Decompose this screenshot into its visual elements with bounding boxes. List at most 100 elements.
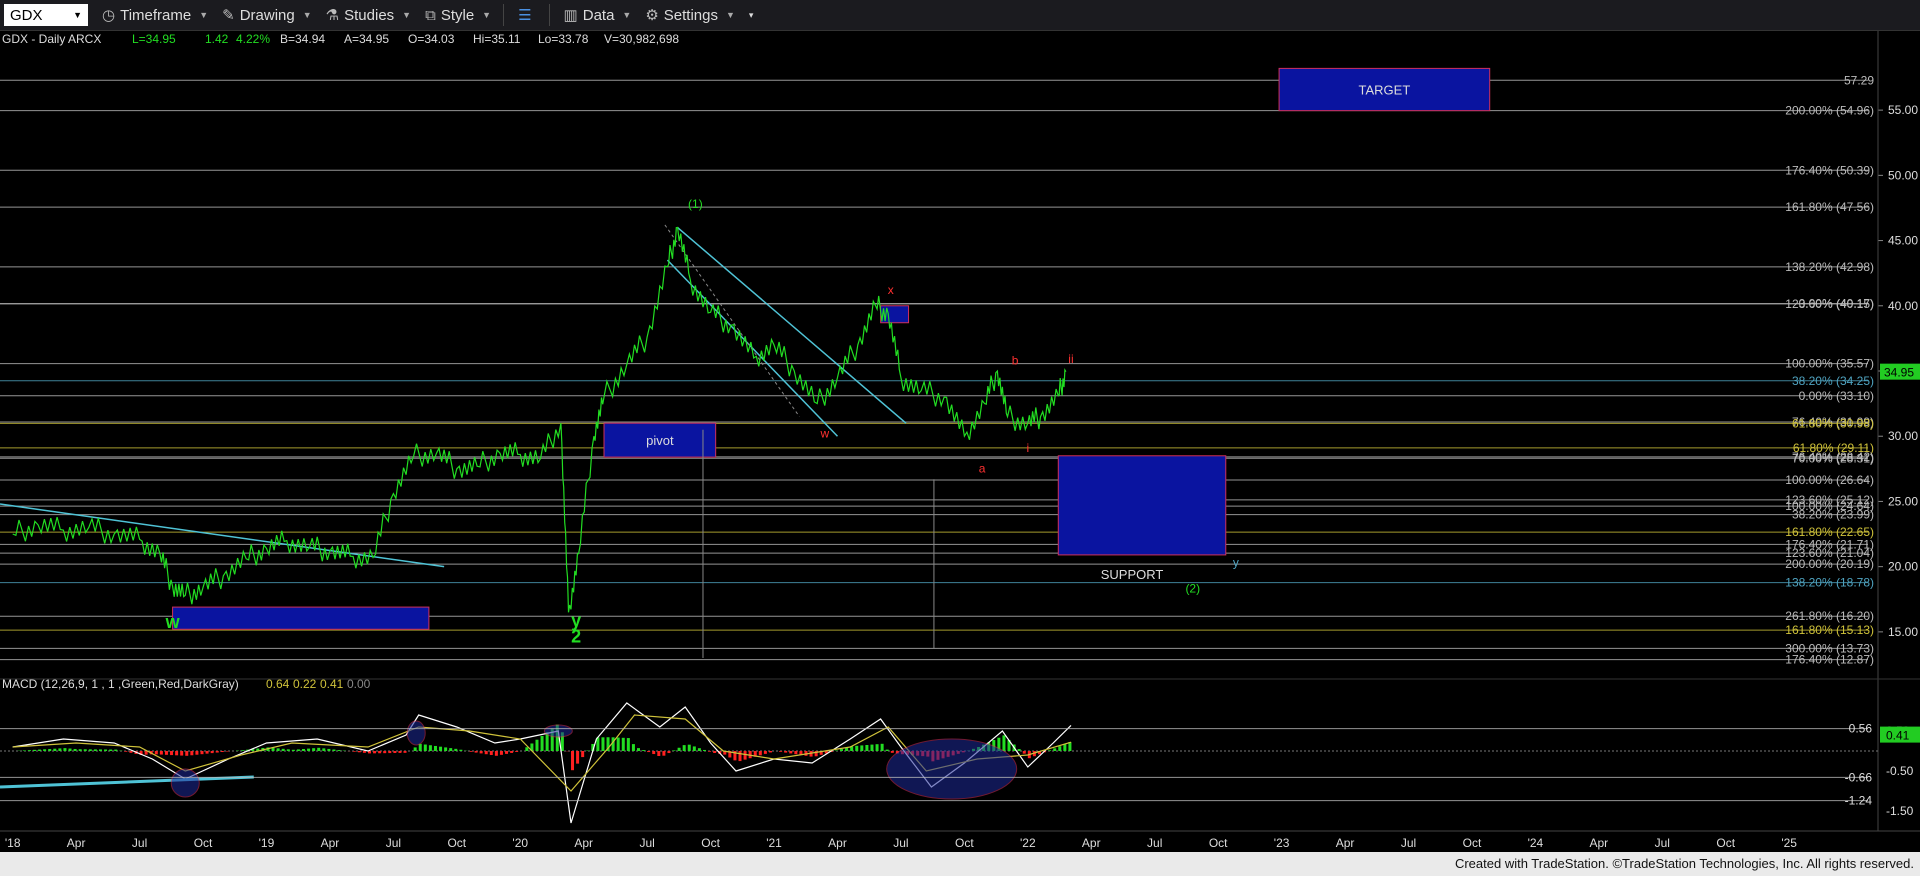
macd-histogram-bar <box>296 749 300 751</box>
wave-label: (1) <box>688 197 703 211</box>
time-tick-label: '22 <box>1020 836 1036 850</box>
macd-histogram-bar <box>687 744 691 751</box>
macd-histogram-bar <box>454 748 458 751</box>
macd-histogram-bar <box>98 749 102 751</box>
macd-histogram-bar <box>114 749 118 751</box>
fib-level-label: 200.00% (20.19) <box>1785 557 1874 571</box>
macd-histogram-bar <box>1022 751 1026 754</box>
macd-histogram-bar <box>444 747 448 751</box>
macd-histogram-bar <box>474 751 478 753</box>
macd-ellipse <box>543 724 573 738</box>
macd-histogram-bar <box>205 751 209 754</box>
chevron-down-icon: ▾ <box>748 9 754 20</box>
fib-level-label: 100.00% (35.57) <box>1785 357 1874 371</box>
macd-histogram-bar <box>439 746 443 751</box>
wave-label: ii <box>1068 352 1073 366</box>
macd-histogram-bar <box>357 751 361 753</box>
macd-histogram-bar <box>576 751 580 764</box>
header-ask: A=34.95 <box>344 32 389 46</box>
time-tick-label: Jul <box>639 836 654 850</box>
fib-level-label: 100.00% (26.64) <box>1785 473 1874 487</box>
macd-histogram-bar <box>22 750 26 751</box>
time-tick-label: Jul <box>386 836 401 850</box>
header-symbol: GDX - Daily ARCX <box>2 32 101 46</box>
fib-level-label: 38.20% (34.25) <box>1792 374 1874 388</box>
more-button[interactable]: ▾ <box>749 10 754 21</box>
time-tick-label: '20 <box>512 836 528 850</box>
macd-histogram-bar <box>682 745 686 751</box>
macd-histogram-bar <box>291 749 295 751</box>
layout-icon: ☰ <box>518 7 532 24</box>
toolbar-divider <box>503 4 505 26</box>
zone-box-label: TARGET <box>1359 83 1411 98</box>
style-button[interactable]: ⧉ Style ▼ <box>425 7 491 24</box>
style-label: Style <box>440 6 475 24</box>
macd-histogram-bar <box>697 748 701 751</box>
macd-histogram-bar <box>180 751 184 756</box>
time-tick-label: Oct <box>447 836 466 850</box>
macd-histogram-bar <box>317 747 321 751</box>
price-tick-label: 55.00 <box>1888 103 1918 117</box>
fib-level-label: 161.80% (47.56) <box>1785 200 1874 214</box>
time-tick-label: Jul <box>1655 836 1670 850</box>
time-tick-label: Oct <box>701 836 720 850</box>
macd-histogram-bar <box>510 751 514 753</box>
time-tick-label: '18 <box>5 836 21 850</box>
time-tick-label: Oct <box>1209 836 1228 850</box>
macd-histogram-bar <box>870 744 874 751</box>
fib-level-label: 261.80% (16.20) <box>1785 609 1874 623</box>
macd-histogram-bar <box>433 745 437 751</box>
time-tick-label: '25 <box>1781 836 1797 850</box>
macd-histogram-bar <box>794 751 798 755</box>
macd-histogram-bar <box>322 748 326 751</box>
macd-histogram-bar <box>616 737 620 751</box>
drawing-button[interactable]: ✎ Drawing ▼ <box>222 6 312 25</box>
settings-button[interactable]: ⚙ Settings ▼ <box>645 6 735 25</box>
macd-histogram-bar <box>494 751 498 756</box>
studies-button[interactable]: ⚗ Studies ▼ <box>326 6 411 25</box>
macd-histogram-bar <box>352 751 356 752</box>
chart-area[interactable]: 57.29 200.00% (54.96) 176.40% (50.39) 161.8… <box>0 31 1920 852</box>
layout-button[interactable]: ☰ <box>518 6 536 24</box>
price-tick-label: 20.00 <box>1888 560 1918 574</box>
chevron-down-icon: ▼ <box>199 10 209 20</box>
header-high: Hi=35.11 <box>473 32 521 46</box>
time-tick-label: Jul <box>893 836 908 850</box>
macd-histogram-bar <box>535 739 539 751</box>
macd-histogram-bar <box>403 751 407 753</box>
settings-label: Settings <box>663 6 718 24</box>
price-tick-label: 40.00 <box>1888 299 1918 313</box>
timeframe-button[interactable]: ◷ Timeframe ▼ <box>102 6 209 25</box>
macd-histogram-bar <box>779 751 783 752</box>
macd-histogram-bar <box>1063 744 1067 751</box>
macd-histogram-bar <box>53 748 57 751</box>
macd-histogram-bar <box>601 737 605 751</box>
macd-histogram-bar <box>383 751 387 754</box>
macd-histogram-bar <box>1048 750 1052 751</box>
macd-histogram-bar <box>43 749 47 751</box>
footer: Created with TradeStation. ©TradeStation… <box>0 852 1920 876</box>
fib-level-label: 70.00% (28.31) <box>1792 451 1874 465</box>
macd-histogram-bar <box>271 747 275 751</box>
symbol-input[interactable]: GDX ▼ <box>4 4 88 26</box>
time-tick-label: Apr <box>574 836 593 850</box>
fib-level-label: 0.00% (33.10) <box>1799 389 1874 403</box>
macd-histogram-bar <box>200 751 204 755</box>
price-tick-label: 50.00 <box>1888 168 1918 182</box>
gear-icon: ⚙ <box>645 7 659 24</box>
time-tick-label: Oct <box>194 836 213 850</box>
header-change: 1.42 <box>205 32 229 46</box>
macd-histogram-bar <box>662 751 666 756</box>
macd-tick-label: -0.50 <box>1886 764 1914 778</box>
time-tick-label: Apr <box>1589 836 1608 850</box>
macd-histogram-bar <box>195 751 199 755</box>
macd-histogram-bar <box>327 748 331 751</box>
macd-histogram-bar <box>32 749 36 751</box>
data-button[interactable]: ▥ Data ▼ <box>564 6 632 25</box>
time-tick-label: Apr <box>67 836 86 850</box>
header-open: O=34.03 <box>408 32 455 46</box>
time-tick-label: '19 <box>259 836 275 850</box>
macd-histogram-bar <box>129 751 133 753</box>
macd-ellipse <box>170 768 200 798</box>
time-tick-label: Oct <box>955 836 974 850</box>
